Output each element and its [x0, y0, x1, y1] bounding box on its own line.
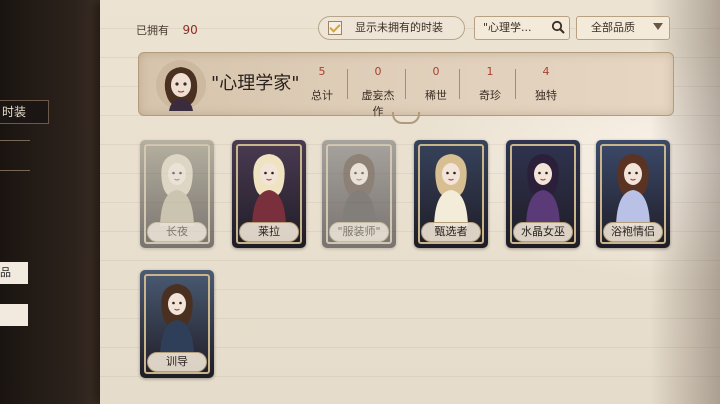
- costume-name: "服装师": [329, 222, 389, 242]
- owned-count: 90: [182, 23, 198, 37]
- toggle-label: 显示未拥有的时装: [355, 21, 443, 34]
- sidebar-divider: [0, 170, 30, 171]
- left-sidebar: 时装 品: [0, 0, 110, 404]
- character-title: "心理学家": [211, 73, 300, 94]
- costume-figure: [526, 154, 560, 226]
- show-unowned-toggle[interactable]: 显示未拥有的时装: [318, 16, 465, 40]
- sidebar-tab-label: 时装: [2, 105, 27, 119]
- character-portrait: [156, 60, 206, 111]
- stat-label: 稀世: [425, 89, 447, 102]
- stat-rare: 0 稀世: [415, 65, 457, 103]
- stat-value: 5: [318, 65, 326, 78]
- costume-name: 水晶女巫: [513, 222, 573, 242]
- costume-name: 训导: [147, 352, 207, 372]
- sidebar-item-blank[interactable]: [0, 304, 28, 326]
- filter-value: 全部品质: [591, 21, 635, 34]
- stat-total: 5 总计: [301, 65, 343, 103]
- costume-figure: [342, 154, 376, 226]
- sidebar-item-quality[interactable]: 品: [0, 262, 28, 284]
- stat-unique: 4 独特: [525, 65, 567, 103]
- sidebar-item-label: 品: [0, 266, 11, 279]
- costume-name: 莱拉: [239, 222, 299, 242]
- stat-value: 4: [542, 65, 550, 78]
- sidebar-tab-costume[interactable]: 时装: [0, 100, 49, 124]
- character-summary-banner: "心理学家" 5 总计 0 虚妄杰作 0 稀世 1 奇珍 4 独特: [138, 52, 674, 119]
- costume-name: 甄选者: [421, 222, 481, 242]
- stat-divider: [515, 69, 516, 99]
- costume-card[interactable]: 水晶女巫: [506, 140, 580, 248]
- stat-exotic: 1 奇珍: [469, 65, 511, 103]
- stat-divider: [459, 69, 460, 99]
- chevron-down-icon: [653, 23, 663, 30]
- costume-card[interactable]: 训导: [140, 270, 214, 378]
- stat-value: 0: [432, 65, 440, 78]
- costume-card[interactable]: 长夜: [140, 140, 214, 248]
- stat-label: 奇珍: [479, 89, 501, 102]
- quality-filter-dropdown[interactable]: 全部品质: [576, 16, 670, 40]
- costume-figure: [160, 284, 194, 356]
- stat-label: 独特: [535, 89, 557, 102]
- stat-label: 总计: [311, 89, 333, 102]
- costume-name: 长夜: [147, 222, 207, 242]
- owned-label: 已拥有: [136, 24, 169, 37]
- search-field[interactable]: "心理学...: [474, 16, 570, 40]
- costume-figure: [434, 154, 468, 226]
- costume-figure: [616, 154, 650, 226]
- stat-masterpiece: 0 虚妄杰作: [357, 65, 399, 119]
- checkbox-icon[interactable]: [328, 21, 342, 35]
- stat-divider: [347, 69, 348, 99]
- stat-value: 1: [486, 65, 494, 78]
- search-value: "心理学...: [483, 21, 532, 34]
- search-icon[interactable]: [551, 20, 565, 34]
- costume-figure: [160, 154, 194, 226]
- costume-figure: [252, 154, 286, 226]
- costume-card[interactable]: 莱拉: [232, 140, 306, 248]
- costume-name: 浴袍情侣: [603, 222, 663, 242]
- stat-value: 0: [374, 65, 382, 78]
- costume-card[interactable]: 甄选者: [414, 140, 488, 248]
- costume-card[interactable]: "服装师": [322, 140, 396, 248]
- owned-counter: 已拥有 90: [136, 22, 198, 38]
- stat-divider: [405, 69, 406, 99]
- costume-card[interactable]: 浴袍情侣: [596, 140, 670, 248]
- sidebar-divider: [0, 140, 30, 141]
